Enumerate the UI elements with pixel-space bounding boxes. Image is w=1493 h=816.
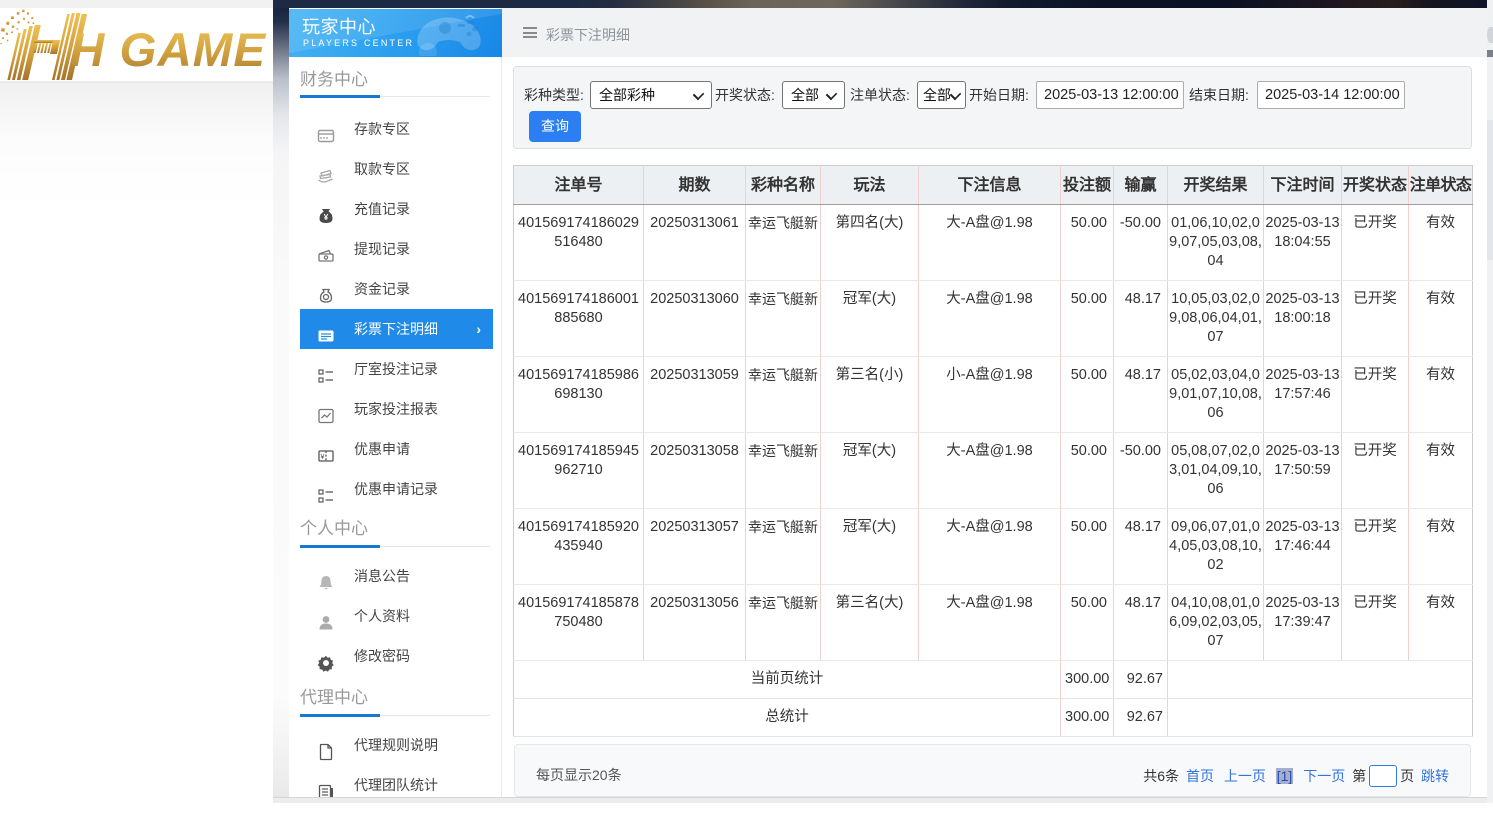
svg-text:¥: ¥	[321, 454, 325, 461]
svg-text:¥: ¥	[324, 213, 329, 222]
svg-text:H GAME: H GAME	[70, 24, 266, 77]
